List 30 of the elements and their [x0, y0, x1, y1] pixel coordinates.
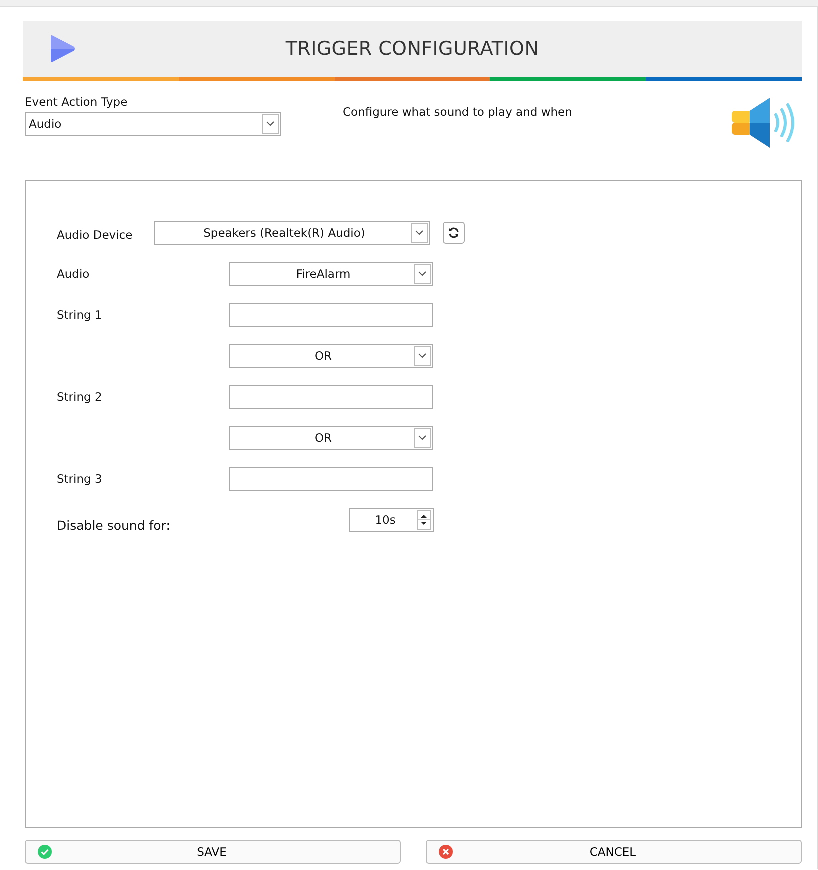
- field-label: String 2: [57, 390, 102, 404]
- dropdown[interactable]: OR: [229, 426, 433, 450]
- input-field[interactable]: [229, 385, 433, 409]
- audio-device-dropdown[interactable]: Speakers (Realtek(R) Audio): [154, 221, 430, 245]
- page-title: TRIGGER CONFIGURATION: [284, 38, 540, 60]
- close-circle-icon: [439, 845, 453, 859]
- refresh-icon: [448, 227, 460, 239]
- chevron-down-icon: [266, 121, 275, 127]
- chevron-down-icon: [418, 353, 427, 359]
- field-label: String 1: [57, 308, 102, 322]
- event-action-type-dropdown[interactable]: Audio: [25, 112, 281, 136]
- dropdown[interactable]: FireAlarm: [229, 262, 433, 286]
- field-label: Audio: [57, 267, 90, 281]
- spin-arrows-icon[interactable]: [417, 510, 431, 530]
- input-field[interactable]: [229, 467, 433, 491]
- field-label: Event Action Type: [25, 95, 129, 109]
- field-label: String 3: [57, 472, 102, 486]
- duration-spinbox[interactable]: 10s: [349, 508, 434, 532]
- dropdown[interactable]: OR: [229, 344, 433, 368]
- input-field[interactable]: [229, 303, 433, 327]
- cancel-button[interactable]: CANCEL: [426, 840, 802, 864]
- check-circle-icon: [38, 845, 52, 859]
- description-text: Configure what sound to play and when: [343, 105, 574, 121]
- chevron-down-icon: [418, 435, 427, 441]
- field-label: Audio Device: [57, 228, 133, 242]
- refresh-button[interactable]: [443, 222, 465, 244]
- save-button[interactable]: SAVE: [25, 840, 401, 864]
- chevron-down-icon: [415, 230, 424, 236]
- field-label: Disable sound for:: [57, 518, 170, 532]
- chevron-down-icon: [418, 271, 427, 277]
